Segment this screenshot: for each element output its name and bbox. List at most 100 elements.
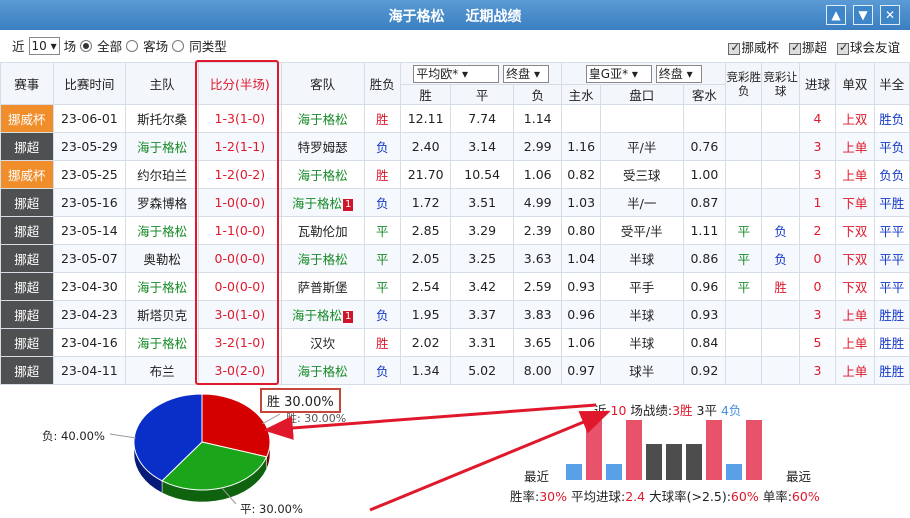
- half-full: 胜胜: [873, 356, 910, 385]
- home-team[interactable]: 斯塔贝克: [125, 300, 199, 329]
- match-count-select[interactable]: 10 ▾: [28, 36, 60, 55]
- odd-even: 上单: [835, 356, 875, 385]
- euro-lose-odds: 2.99: [512, 132, 563, 161]
- euro-company-select[interactable]: 平均欧* ▾: [413, 64, 500, 83]
- col-halffull: 半全: [873, 62, 910, 105]
- home-team[interactable]: 罗森博格: [125, 188, 199, 217]
- total-goals: 3: [798, 132, 837, 161]
- league-badge[interactable]: 挪超: [0, 188, 54, 217]
- home-team[interactable]: 布兰: [125, 356, 199, 385]
- form-bar: [666, 444, 682, 480]
- home-team[interactable]: 海于格松: [125, 328, 199, 357]
- table-row[interactable]: 挪超 23-04-23 斯塔贝克 3-0(1-0) 海于格松 1 负 1.95 3.37 3.83…: [0, 300, 910, 329]
- table-row[interactable]: 挪超 23-05-07 奥勒松 0-0(0-0) 海于格松平 2.05 3.25 3.63 1.…: [0, 244, 910, 273]
- stat-over-rate: 60%: [730, 489, 759, 504]
- scroll-down-icon[interactable]: ▼: [853, 5, 873, 25]
- table-row[interactable]: 挪超 23-05-29 海于格松 1-2(1-1) 特罗姆瑟负 2.40 3.14 2.99 1…: [0, 132, 910, 161]
- table-row[interactable]: 挪超 23-05-14 海于格松 1-1(0-0) 瓦勒伦加平 2.85 3.29 2.39 0…: [0, 216, 910, 245]
- home-team[interactable]: 海于格松: [125, 132, 199, 161]
- table-row[interactable]: 挪超 23-04-11 布兰 3-0(2-0) 海于格松负 1.34 5.02 8.00 0.9…: [0, 356, 910, 385]
- asia-handicap: 半/一: [599, 188, 684, 217]
- away-team[interactable]: 海于格松: [280, 104, 365, 133]
- radio-all[interactable]: [80, 39, 93, 52]
- home-team[interactable]: 约尔珀兰: [125, 160, 199, 189]
- euro-stage-select[interactable]: 终盘 ▾: [503, 64, 550, 83]
- asia-home-water: 0.93: [561, 272, 601, 301]
- col-score: 比分(半场): [197, 62, 282, 105]
- home-team[interactable]: 斯托尔桑: [125, 104, 199, 133]
- home-team[interactable]: 海于格松: [125, 216, 199, 245]
- league-badge[interactable]: 挪超: [0, 272, 54, 301]
- away-team[interactable]: 海于格松 1: [280, 188, 365, 217]
- table-row[interactable]: 挪超 23-04-30 海于格松 0-0(0-0) 萨普斯堡平 2.54 3.42 2.59 0…: [0, 272, 910, 301]
- radio-same-type[interactable]: [172, 39, 185, 52]
- league-badge[interactable]: 挪超: [0, 328, 54, 357]
- league-badge[interactable]: 挪威杯: [0, 160, 54, 189]
- away-team[interactable]: 特罗姆瑟: [280, 132, 365, 161]
- away-team[interactable]: 瓦勒伦加: [280, 216, 365, 245]
- away-team[interactable]: 海于格松: [280, 356, 365, 385]
- radio-away[interactable]: [126, 39, 139, 52]
- half-full: 平负: [873, 132, 910, 161]
- asia-stage-select[interactable]: 终盘 ▾: [655, 64, 702, 83]
- table-row[interactable]: 挪超 23-04-16 海于格松 3-2(1-0) 汉坎胜 2.02 3.31 3.65 1.0…: [0, 328, 910, 357]
- away-team[interactable]: 海于格松: [280, 244, 365, 273]
- pie-label-draw: 平: 30.00%: [240, 502, 303, 516]
- asia-away-water: 0.96: [682, 272, 727, 301]
- recent-losses: 4负: [720, 403, 742, 418]
- lottery-handicap: 负: [761, 216, 800, 245]
- match-date: 23-04-16: [52, 328, 127, 357]
- away-team[interactable]: 海于格松: [280, 160, 365, 189]
- form-bar: [606, 464, 622, 480]
- recent-far-label: 最远: [786, 469, 812, 484]
- col-date: 比赛时间: [52, 62, 127, 105]
- league-badge[interactable]: 挪超: [0, 300, 54, 329]
- match-date: 23-05-07: [52, 244, 127, 273]
- match-result: 负: [363, 356, 401, 385]
- col-euro-lose: 负: [512, 84, 563, 105]
- league-badge[interactable]: 挪超: [0, 244, 54, 273]
- euro-draw-odds: 3.25: [450, 244, 514, 273]
- check-club-friendly[interactable]: 球会友谊: [836, 37, 900, 56]
- euro-draw-odds: 5.02: [450, 356, 514, 385]
- home-team[interactable]: 奥勒松: [125, 244, 199, 273]
- away-team[interactable]: 海于格松 1: [280, 300, 365, 329]
- table-row[interactable]: 挪威杯 23-06-01 斯托尔桑 1-3(1-0) 海于格松胜 12.11 7.74 1.1…: [0, 104, 910, 133]
- odd-even: 上单: [835, 160, 875, 189]
- scroll-up-icon[interactable]: ▲: [826, 5, 846, 25]
- match-date: 23-04-11: [52, 356, 127, 385]
- lottery-result: [725, 132, 763, 161]
- league-badge[interactable]: 挪超: [0, 356, 54, 385]
- check-norway-cup[interactable]: 挪威杯: [728, 37, 779, 56]
- odd-even: 下单: [835, 188, 875, 217]
- window-titlebar: 海于格松 近期战绩 ▲ ▼ ✕: [0, 0, 910, 30]
- total-goals: 3: [798, 160, 837, 189]
- recent-wins: 3胜: [672, 403, 693, 418]
- away-team[interactable]: 汉坎: [280, 328, 365, 357]
- asia-company-select[interactable]: 皇G亚* ▾: [585, 64, 652, 83]
- away-team[interactable]: 萨普斯堡: [280, 272, 365, 301]
- asia-odds-header: 皇G亚* ▾ 终盘 ▾: [561, 62, 727, 85]
- check-eliteserien[interactable]: 挪超: [788, 37, 827, 56]
- euro-win-odds: 12.11: [399, 104, 452, 133]
- recent-form: 近 10 场战绩:3胜 3平 4负 最近 最远 胜率:30% 平均进球:2.4 …: [510, 386, 870, 518]
- form-bar: [626, 420, 642, 480]
- odd-even: 下双: [835, 272, 875, 301]
- table-row[interactable]: 挪威杯 23-05-25 约尔珀兰 1-2(0-2) 海于格松胜 21.70 10.54 1.…: [0, 160, 910, 189]
- euro-draw-odds: 3.37: [450, 300, 514, 329]
- form-bar: [646, 444, 662, 480]
- red-card-badge: 1: [342, 199, 354, 211]
- table-row[interactable]: 挪超 23-05-16 罗森博格 1-0(0-0) 海于格松 1 负 1.72 3.51 4.99…: [0, 188, 910, 217]
- total-goals: 4: [798, 104, 837, 133]
- total-goals: 0: [798, 244, 837, 273]
- lottery-handicap: 胜: [761, 272, 800, 301]
- home-team[interactable]: 海于格松: [125, 272, 199, 301]
- lottery-result: [725, 160, 763, 189]
- league-badge[interactable]: 挪超: [0, 132, 54, 161]
- euro-win-odds: 1.72: [399, 188, 452, 217]
- league-badge[interactable]: 挪超: [0, 216, 54, 245]
- euro-win-odds: 2.02: [399, 328, 452, 357]
- close-icon[interactable]: ✕: [880, 5, 900, 25]
- match-score: 1-0(0-0): [197, 188, 282, 217]
- league-badge[interactable]: 挪威杯: [0, 104, 54, 133]
